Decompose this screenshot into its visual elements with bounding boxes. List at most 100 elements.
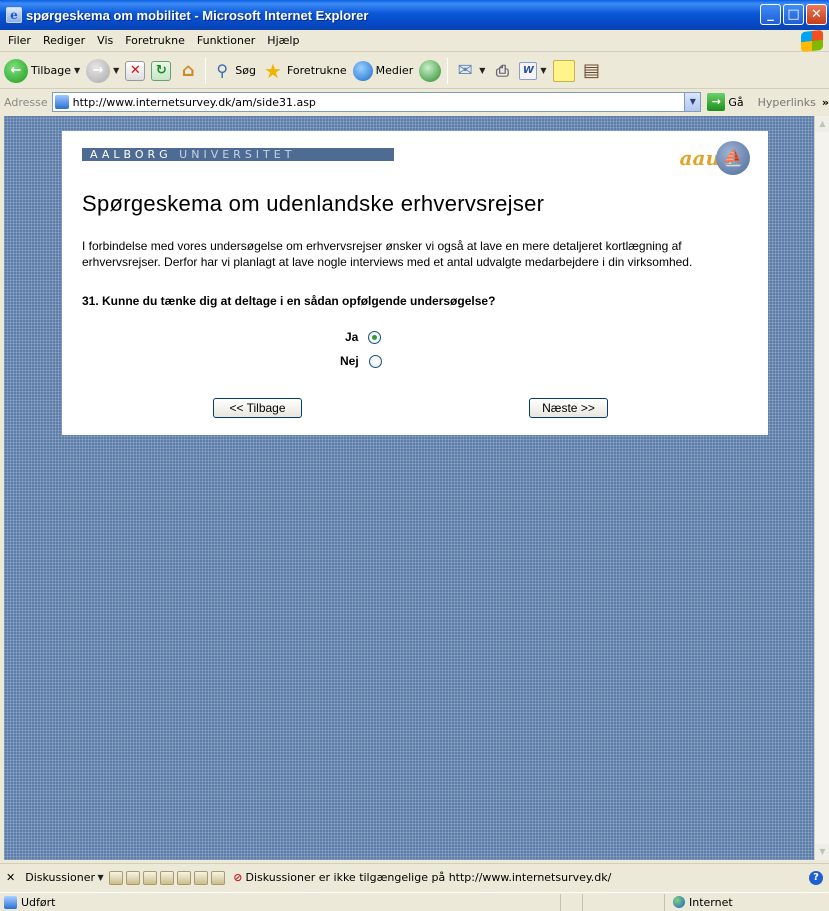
star-icon: ★ (264, 58, 282, 83)
windows-logo-icon (801, 29, 823, 53)
ie-page-icon: e (6, 7, 22, 23)
go-button[interactable]: → Gå (707, 93, 744, 111)
discussion-dropdown-icon[interactable]: ▼ (95, 873, 106, 882)
back-dropdown-icon[interactable]: ▼ (74, 66, 80, 75)
word-icon: W (519, 61, 538, 80)
links-toolbar[interactable]: Hyperlinks (758, 96, 816, 109)
discussion-menu[interactable]: Diskussioner (25, 871, 95, 884)
back-label: Tilbage (31, 64, 71, 77)
search-label: Søg (235, 64, 256, 77)
back-button[interactable]: ← Tilbage ▼ (4, 58, 80, 83)
maximize-button[interactable]: □ (783, 4, 804, 25)
refresh-icon[interactable]: ↻ (151, 60, 172, 81)
favorites-button[interactable]: ★ Foretrukne (262, 59, 347, 83)
print-icon[interactable]: ⎙ (491, 59, 513, 83)
security-zone: Internet (664, 893, 829, 911)
minimize-button[interactable]: _ (760, 4, 781, 25)
menu-bar: Filer Rediger Vis Foretrukne Funktioner … (0, 29, 829, 53)
discussion-tool-icon[interactable] (160, 870, 175, 885)
discussion-tool-icon[interactable] (143, 870, 158, 885)
address-dropdown-icon[interactable]: ▼ (684, 93, 701, 111)
forward-dropdown-icon[interactable]: ▼ (113, 66, 119, 75)
aau-logo: aau ⛵ (680, 141, 750, 175)
status-text: Udført (21, 895, 56, 909)
window-controls: _ □ ✕ (760, 4, 827, 25)
logo-universitet-text: UNIVERSITET (179, 148, 296, 161)
note-icon[interactable] (552, 59, 575, 82)
scroll-up-icon[interactable]: ▲ (815, 116, 829, 132)
media-icon (352, 60, 373, 81)
status-left: Udført (0, 895, 560, 909)
discussion-tool-icon[interactable] (194, 870, 209, 885)
research-icon[interactable]: ▤ (581, 59, 603, 83)
search-icon: ⚲ (216, 60, 229, 80)
survey-card: AALBORG UNIVERSITET aau ⛵ Spørgeskema om… (62, 131, 768, 435)
page-viewport: AALBORG UNIVERSITET aau ⛵ Spørgeskema om… (4, 116, 814, 860)
radio-nej[interactable] (368, 354, 382, 368)
scroll-down-icon[interactable]: ▼ (815, 844, 829, 860)
aau-emblem-icon: ⛵ (716, 141, 750, 175)
forward-arrow-icon: → (86, 58, 111, 83)
title-bar: e spørgeskema om mobilitet - Microsoft I… (0, 0, 829, 30)
help-icon[interactable]: ? (809, 870, 823, 885)
page-title: Spørgeskema om udenlandske erhvervsrejse… (82, 191, 545, 216)
option-nej-label: Nej (340, 354, 359, 368)
search-button[interactable]: ⚲ Søg (212, 59, 256, 83)
mail-dropdown-icon[interactable]: ▼ (479, 66, 485, 75)
status-bar: Udført Internet (0, 892, 829, 911)
edit-button[interactable]: W ▼ (519, 61, 547, 80)
option-ja[interactable]: Ja (345, 330, 382, 344)
chevron-right-icon[interactable]: » (822, 96, 829, 109)
discussion-tool-icon[interactable] (177, 870, 192, 885)
not-available-icon: ⊘ (233, 871, 243, 884)
menu-rediger[interactable]: Rediger (37, 34, 91, 47)
aau-logo-text: aau (679, 146, 720, 170)
go-label: Gå (728, 95, 744, 109)
next-nav-button[interactable]: Næste >> (529, 398, 608, 418)
address-label: Adresse (4, 95, 48, 109)
aalborg-universitet-logo: AALBORG UNIVERSITET (82, 148, 394, 161)
toolbar-separator (447, 57, 449, 84)
menu-foretrukne[interactable]: Foretrukne (119, 34, 191, 47)
discussion-tool-icon[interactable] (211, 870, 226, 885)
mail-icon: ✉ (457, 59, 473, 81)
vertical-scrollbar[interactable]: ▲ ▼ (814, 116, 829, 860)
go-arrow-icon: → (707, 93, 726, 111)
discussion-message: Diskussioner er ikke tilgængelige på htt… (245, 871, 612, 884)
toolbar: ← Tilbage ▼ → ▼ ✕ ↻ ⌂ ⚲ Søg ★ Foretrukne… (0, 53, 829, 89)
edit-dropdown-icon[interactable]: ▼ (540, 66, 546, 75)
close-button[interactable]: ✕ (806, 4, 827, 25)
intro-text: I forbindelse med vores undersøgelse om … (82, 239, 693, 269)
close-discussion-icon[interactable]: ✕ (6, 871, 15, 884)
address-url: http://www.internetsurvey.dk/am/side31.a… (72, 95, 316, 109)
menu-filer[interactable]: Filer (2, 34, 37, 47)
zone-label: Internet (689, 895, 733, 909)
address-input[interactable]: http://www.internetsurvey.dk/am/side31.a… (51, 92, 702, 112)
stop-icon[interactable]: ✕ (125, 60, 146, 81)
discussion-tool-icon[interactable] (126, 870, 141, 885)
toolbar-separator (205, 57, 207, 84)
history-icon[interactable] (419, 59, 442, 82)
media-label: Medier (375, 64, 414, 77)
back-nav-button[interactable]: << Tilbage (213, 398, 302, 418)
menu-funktioner[interactable]: Funktioner (191, 34, 261, 47)
back-arrow-icon: ← (4, 58, 28, 83)
mail-button[interactable]: ✉ ▼ (454, 59, 486, 83)
home-icon[interactable]: ⌂ (177, 59, 199, 83)
menu-hjaelp[interactable]: Hjælp (261, 34, 305, 47)
option-nej[interactable]: Nej (340, 354, 382, 368)
window-title: spørgeskema om mobilitet - Microsoft Int… (26, 7, 369, 23)
address-bar: Adresse http://www.internetsurvey.dk/am/… (0, 90, 829, 114)
favorites-label: Foretrukne (286, 64, 347, 77)
radio-ja[interactable] (368, 330, 382, 344)
logo-aalborg-text: AALBORG (90, 148, 172, 161)
media-button[interactable]: Medier (352, 60, 414, 81)
question-text: 31. Kunne du tænke dig at deltage i en s… (82, 294, 496, 308)
discussion-tool-icon[interactable] (109, 870, 124, 885)
page-done-icon (4, 895, 17, 909)
forward-button[interactable]: → ▼ (86, 58, 119, 83)
page-icon (54, 95, 69, 109)
status-cell (582, 893, 604, 911)
menu-vis[interactable]: Vis (91, 34, 119, 47)
discussion-bar: ✕ Diskussioner ▼ ⊘ Diskussioner er ikke … (0, 863, 829, 891)
